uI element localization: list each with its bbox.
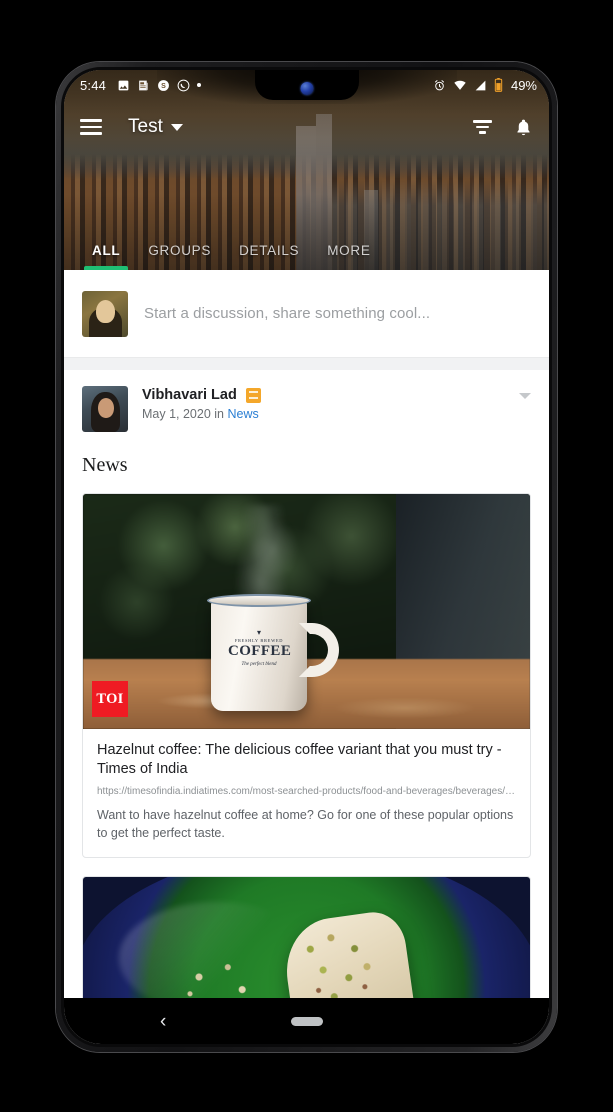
crumbs (181, 955, 272, 998)
post-meta-line: May 1, 2020 in News (142, 407, 505, 421)
bell-icon[interactable] (514, 117, 533, 138)
hamburger-menu-icon[interactable] (80, 119, 102, 135)
workspace-title-dropdown[interactable]: Test (128, 116, 183, 138)
composer-placeholder-text: Start a discussion, share something cool… (144, 305, 431, 322)
back-chevron-icon[interactable]: ‹ (160, 1012, 166, 1031)
coffee-mug: ▾ FRESHLY BREWED COFFEE The perfect blen… (207, 594, 339, 711)
alarm-icon (433, 79, 446, 92)
post-options-chevron-down-icon[interactable] (519, 393, 531, 399)
link-preview-image: ▾ FRESHLY BREWED COFFEE The perfect blen… (83, 494, 530, 729)
page-title: Test (128, 116, 163, 137)
tab-details[interactable]: DETAILS (225, 243, 313, 270)
wifi-icon (453, 79, 467, 92)
news-icon (137, 79, 150, 92)
mona-lisa-avatar (82, 290, 128, 337)
steam-wisp (233, 505, 303, 601)
link-preview-body: Hazelnut coffee: The delicious coffee va… (83, 729, 530, 857)
phone-device-frame: 5:44 S 49% Test ALL GROUPS DETAILS MORE … (56, 62, 557, 1052)
more-notifications-dot (197, 83, 202, 87)
battery-percent-label: 49% (510, 77, 537, 93)
bird-icon: ▾ (256, 628, 261, 637)
tab-more[interactable]: MORE (313, 243, 384, 270)
app-header: 5:44 S 49% Test ALL GROUPS DETAILS MORE (64, 70, 549, 270)
tab-groups[interactable]: GROUPS (134, 243, 225, 270)
post-in-label: in (214, 407, 225, 421)
status-bar-time: 5:44 (80, 77, 107, 93)
vibhavari-lad-avatar (82, 386, 128, 432)
app-screen: 5:44 S 49% Test ALL GROUPS DETAILS MORE … (64, 70, 549, 1044)
battery-icon (494, 78, 503, 92)
filter-icon[interactable] (473, 120, 492, 134)
skype-icon: S (157, 79, 170, 92)
post-date: May 1, 2020 (142, 407, 211, 421)
image-icon (117, 79, 130, 92)
app-toolbar: Test (64, 100, 549, 154)
link-preview-description: Want to have hazelnut coffee at home? Go… (97, 808, 514, 840)
post-category-link[interactable]: News (228, 407, 259, 421)
post-author-name[interactable]: Vibhavari Lad (142, 387, 237, 403)
post-header: Vibhavari Lad May 1, 2020 in News (82, 386, 531, 432)
feed-divider (64, 358, 549, 370)
front-camera-icon (300, 82, 313, 95)
link-preview-url: https://timesofindia.indiatimes.com/most… (97, 786, 516, 798)
link-preview-card[interactable]: ▾ FRESHLY BREWED COFFEE The perfect blen… (82, 493, 531, 858)
mug-logo-main-text: COFFEE (228, 643, 292, 659)
signal-icon (474, 79, 487, 92)
publisher-logo: TOI (92, 681, 128, 717)
post-title: News (82, 454, 128, 476)
display-notch (254, 70, 359, 100)
android-navigation-bar: ‹ (64, 998, 549, 1044)
phone-screen-bezel: 5:44 S 49% Test ALL GROUPS DETAILS MORE … (61, 67, 552, 1047)
mug-logo-sub-text: The perfect blend (241, 661, 277, 667)
link-preview-title: Hazelnut coffee: The delicious coffee va… (97, 742, 502, 778)
tab-bar: ALL GROUPS DETAILS MORE (64, 226, 549, 270)
dessert-image (83, 876, 530, 998)
chevron-down-icon (170, 123, 183, 131)
admin-badge-icon (245, 387, 261, 403)
mug-logo: ▾ FRESHLY BREWED COFFEE The perfect blen… (228, 628, 292, 667)
post-composer[interactable]: Start a discussion, share something cool… (64, 270, 549, 358)
home-indicator-pill[interactable] (290, 1016, 323, 1026)
svg-text:S: S (161, 83, 166, 90)
feed-scroll-area[interactable]: Start a discussion, share something cool… (64, 270, 549, 998)
second-preview-card[interactable] (82, 875, 531, 998)
whatsapp-icon (177, 79, 190, 92)
tab-all[interactable]: ALL (78, 243, 134, 270)
post-card: Vibhavari Lad May 1, 2020 in News News ▾… (64, 370, 549, 998)
